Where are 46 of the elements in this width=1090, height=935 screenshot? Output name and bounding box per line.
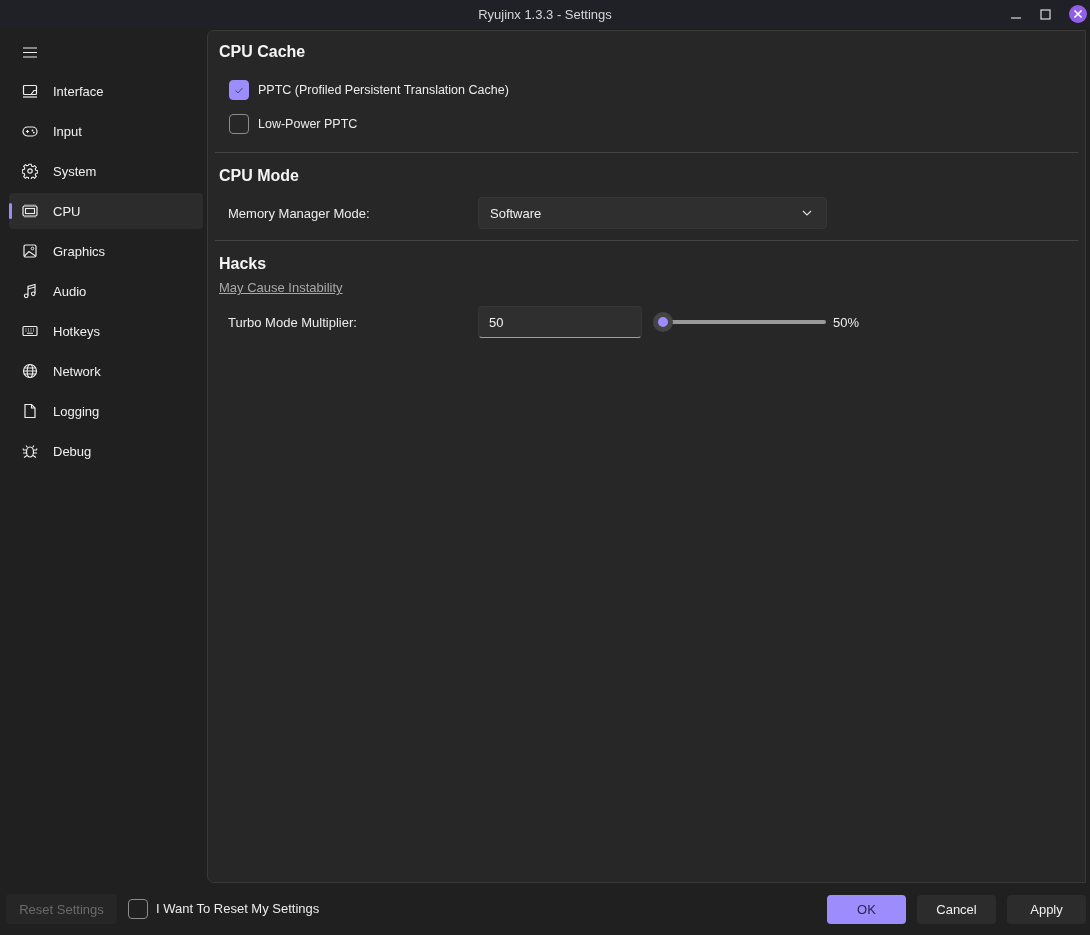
chip-icon <box>22 203 38 219</box>
slider-track[interactable] <box>653 312 826 332</box>
memory-mode-dropdown[interactable]: Software <box>478 197 827 229</box>
sidebar-item[interactable]: Hotkeys <box>9 313 203 349</box>
caret-icon <box>802 210 812 216</box>
sidebar-item[interactable]: CPU <box>9 193 203 229</box>
close-icon[interactable] <box>1069 5 1087 23</box>
section-heading: Hacks <box>219 254 267 274</box>
checkbox-label[interactable]: PPTC (Profiled Persistent Translation Cache) <box>258 82 509 98</box>
setting-label: Memory Manager Mode: <box>228 205 371 221</box>
section-heading: CPU Mode <box>219 166 299 186</box>
display-icon <box>22 83 38 99</box>
dialog-button[interactable]: OK <box>827 894 906 924</box>
checkbox[interactable] <box>229 80 249 100</box>
setting-label: Turbo Mode Multiplier: <box>228 314 358 330</box>
gamepad-icon <box>22 123 38 139</box>
maximize-icon[interactable] <box>1040 8 1051 20</box>
window-title: Ryujinx 1.3.3 - Settings <box>478 6 612 22</box>
sidebar-item[interactable]: Input <box>9 113 203 149</box>
checkbox[interactable] <box>229 114 249 134</box>
image-icon <box>22 243 38 259</box>
sidebar-item[interactable]: Audio <box>9 273 203 309</box>
checkbox-label[interactable]: Low-Power PPTC <box>258 116 358 132</box>
sidebar-item[interactable]: Debug <box>9 433 203 469</box>
music-note-icon <box>22 283 38 299</box>
sidebar-item[interactable]: Graphics <box>9 233 203 269</box>
sidebar-item[interactable]: Network <box>9 353 203 389</box>
bug-icon <box>22 443 38 459</box>
globe-icon <box>22 363 38 379</box>
checkbox-label[interactable]: I Want To Reset My Settings <box>156 901 320 917</box>
slider-thumb[interactable] <box>653 312 673 332</box>
menu-icon[interactable] <box>23 47 37 58</box>
sidebar-item[interactable]: Interface <box>9 73 203 109</box>
gear-icon <box>22 163 38 179</box>
section-heading: CPU Cache <box>219 42 306 62</box>
keyboard-icon <box>22 323 38 339</box>
document-icon <box>22 403 38 419</box>
sidebar-item[interactable]: Logging <box>9 393 203 429</box>
check-icon <box>235 86 243 94</box>
dialog-button[interactable]: Cancel <box>917 894 996 924</box>
checkbox[interactable] <box>128 899 148 919</box>
number-input[interactable]: 50 <box>478 306 642 338</box>
dialog-button[interactable]: Apply <box>1007 894 1086 924</box>
warning-note: May Cause Instability <box>219 280 343 296</box>
slider-value: 50% <box>833 314 860 330</box>
sidebar-item[interactable]: System <box>9 153 203 189</box>
